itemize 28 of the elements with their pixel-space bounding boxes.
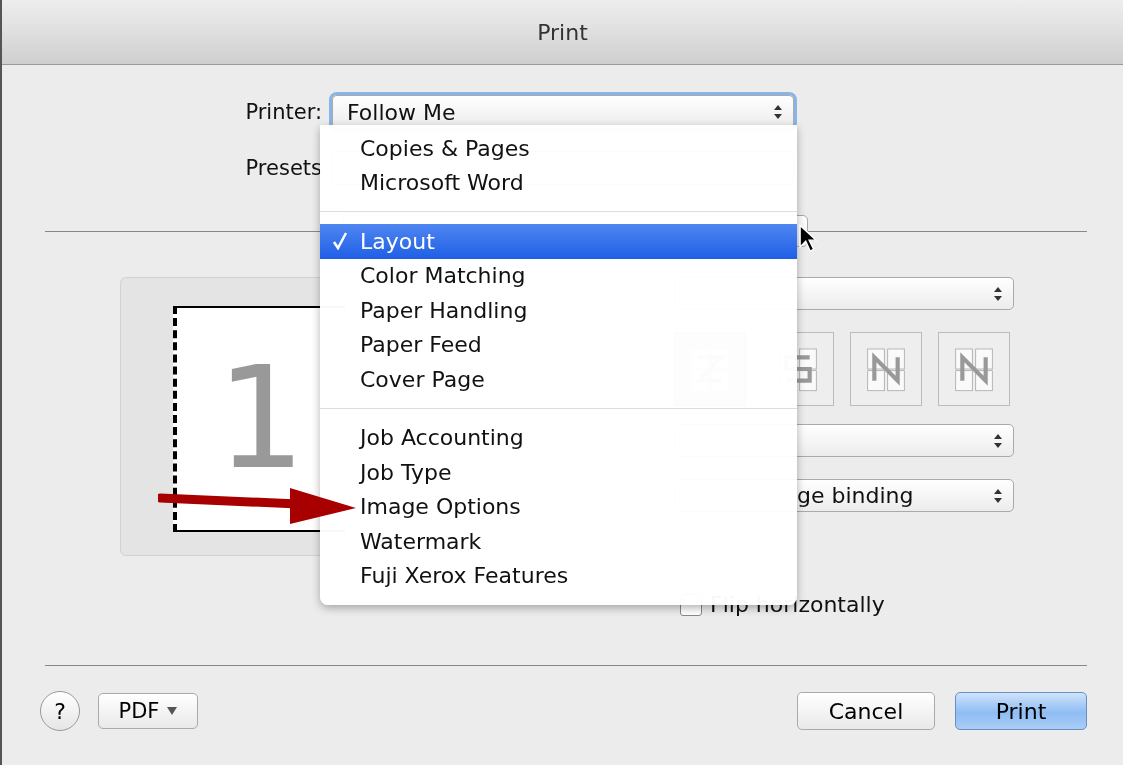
- pdf-button[interactable]: PDF: [98, 693, 198, 729]
- checkmark-icon: [332, 232, 348, 251]
- layout-direction-button[interactable]: [850, 332, 922, 406]
- stepper-arrows-icon: [993, 487, 1003, 504]
- menu-item[interactable]: Watermark: [320, 524, 797, 559]
- menu-item[interactable]: Fuji Xerox Features: [320, 558, 797, 593]
- menu-item[interactable]: Paper Feed: [320, 327, 797, 362]
- presets-label: Presets: [244, 156, 323, 180]
- menu-item[interactable]: Cover Page: [320, 362, 797, 397]
- page-number: 1: [216, 349, 306, 489]
- menu-item[interactable]: Copies & Pages: [320, 131, 797, 166]
- menu-item[interactable]: Layout: [320, 224, 797, 259]
- stepper-arrows-icon: [993, 432, 1003, 449]
- stepper-arrows-icon: [773, 104, 783, 120]
- menu-item[interactable]: Paper Handling: [320, 293, 797, 328]
- cancel-button[interactable]: Cancel: [797, 692, 935, 730]
- menu-item[interactable]: Color Matching: [320, 258, 797, 293]
- menu-item[interactable]: Microsoft Word: [320, 165, 797, 200]
- print-button[interactable]: Print: [955, 692, 1087, 730]
- layout-direction-button[interactable]: [938, 332, 1010, 406]
- caret-icon: [167, 707, 178, 715]
- window-title: Print: [537, 19, 588, 45]
- help-button[interactable]: ?: [40, 691, 80, 731]
- stepper-arrows-icon: [993, 285, 1003, 302]
- menu-item[interactable]: Job Accounting: [320, 420, 797, 455]
- flip-label: Flip horizontally: [710, 592, 885, 617]
- mouse-pointer-icon: [799, 224, 817, 254]
- printer-label: Printer:: [244, 100, 323, 124]
